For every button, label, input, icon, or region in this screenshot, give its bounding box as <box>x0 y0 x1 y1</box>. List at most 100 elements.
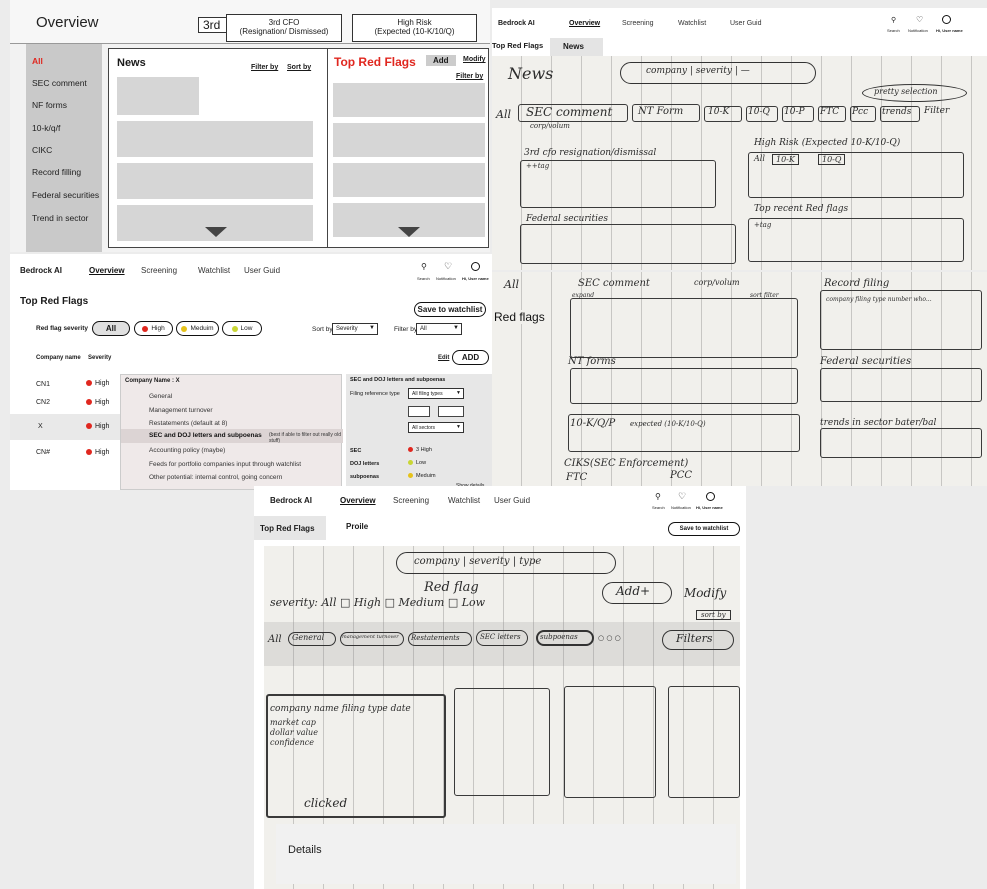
hw-record-box[interactable] <box>820 290 982 350</box>
panel-item-other[interactable]: Other potential: internal control, going… <box>149 474 282 481</box>
nav-screening[interactable]: Screening <box>393 496 429 505</box>
sidebar-item-record[interactable]: Record filling <box>26 167 101 177</box>
table-row-selected[interactable]: X High <box>10 414 122 440</box>
hw-modify[interactable]: Modify <box>684 586 726 600</box>
user-icon[interactable] <box>706 492 715 501</box>
date-to-input[interactable] <box>438 406 464 417</box>
panel-item-management[interactable]: Management turnover <box>149 407 213 414</box>
brand[interactable]: Bedrock AI <box>498 20 535 27</box>
nav-overview[interactable]: Overview <box>89 266 125 275</box>
save-watchlist-button[interactable]: Save to watchlist <box>668 522 740 536</box>
tab-cfo[interactable]: 3rd CFO (Resignation/ Dismissed) <box>226 14 342 42</box>
tab-top-red-flags[interactable]: Top Red Flags <box>254 516 326 540</box>
hw-nt-box[interactable] <box>570 368 798 404</box>
table-row[interactable]: CN1 High <box>20 374 120 394</box>
sidebar-item-10k[interactable]: 10-k/q/f <box>26 123 101 133</box>
hw-top-flags-box[interactable] <box>748 218 964 262</box>
add-button[interactable]: ADD <box>452 350 489 365</box>
user-icon[interactable] <box>942 15 951 24</box>
edit-link[interactable]: Edit <box>438 355 449 361</box>
sort-select[interactable]: Severity ▼ <box>332 323 378 335</box>
hw-cfo-box[interactable] <box>520 160 716 208</box>
hw-sortby[interactable]: sort by <box>696 610 731 620</box>
user-icon[interactable] <box>471 262 480 271</box>
sidebar-item-trend[interactable]: Trend in sector <box>26 213 101 223</box>
nav-overview[interactable]: Overview <box>569 20 600 27</box>
news-expand-icon[interactable] <box>205 227 227 237</box>
flag-card[interactable] <box>333 123 485 157</box>
severity-low-button[interactable]: Low <box>222 321 262 336</box>
bell-icon[interactable]: ♡ <box>916 15 923 24</box>
sidebar-item-nf[interactable]: NF forms <box>26 100 101 110</box>
hw-filter[interactable]: Filter <box>924 106 949 116</box>
search-icon[interactable]: ⚲ <box>655 492 661 501</box>
save-watchlist-button[interactable]: Save to watchlist <box>414 302 486 317</box>
sidebar-item-all[interactable]: All <box>26 56 101 66</box>
hw-federal-box[interactable] <box>520 224 736 264</box>
tab-profile[interactable]: Proile <box>346 522 368 531</box>
news-sort-link[interactable]: Sort by <box>287 64 311 71</box>
flag-card[interactable] <box>333 83 485 117</box>
hw-federal: Federal securities <box>820 356 912 367</box>
hw-10k-box[interactable] <box>568 414 800 452</box>
panel-item-sec-doj[interactable]: SEC and DOJ letters and subpoenas (best … <box>121 429 343 444</box>
severity-all-button[interactable]: All <box>92 321 130 336</box>
hw-risk-10q[interactable]: 10-Q <box>818 154 846 165</box>
filter-select[interactable]: All ▼ <box>416 323 462 335</box>
panel-item-feeds[interactable]: Feeds for portfolio companies input thro… <box>149 461 301 468</box>
news-card[interactable] <box>117 121 313 157</box>
panel-item-general[interactable]: General <box>149 393 172 400</box>
hw-risk-all[interactable]: All <box>754 154 765 163</box>
wire-company-profile: Bedrock AI Overview Screening Watchlist … <box>254 486 746 889</box>
panel-item-restatements[interactable]: Restatements (default at 8) <box>149 420 227 427</box>
tab-top-red-flags[interactable]: Top Red Flags <box>492 41 543 50</box>
nav-watchlist[interactable]: Watchlist <box>198 266 230 275</box>
flags-filter-link[interactable]: Filter by <box>456 73 483 80</box>
news-filter-link[interactable]: Filter by <box>251 64 278 71</box>
filing-type-select[interactable]: All filing types ▼ <box>408 388 464 399</box>
table-row[interactable]: CN2 High <box>20 394 120 414</box>
hw-card[interactable] <box>564 686 656 798</box>
flags-expand-icon[interactable] <box>398 227 420 237</box>
hw-card[interactable] <box>668 686 740 798</box>
hw-federal-box[interactable] <box>820 368 982 402</box>
tab-high-risk[interactable]: High Risk (Expected (10-K/10/Q) <box>352 14 477 42</box>
search-icon[interactable]: ⚲ <box>891 16 896 24</box>
tab-top-red-flags-label: Top Red Flags <box>260 524 315 533</box>
date-from-input[interactable] <box>408 406 430 417</box>
sidebar-item-federal[interactable]: Federal securities <box>26 190 101 200</box>
panel-item-accounting[interactable]: Accounting policy (maybe) <box>149 447 225 454</box>
bell-icon[interactable]: ♡ <box>678 491 686 502</box>
nav-watchlist[interactable]: Watchlist <box>448 496 480 505</box>
flags-modify-link[interactable]: Modify <box>463 56 486 63</box>
nav-screening[interactable]: Screening <box>622 20 654 27</box>
nav-user-guide[interactable]: User Guid <box>244 266 280 275</box>
sidebar-item-sec[interactable]: SEC comment <box>26 78 101 88</box>
bell-icon[interactable]: ♡ <box>444 261 452 272</box>
user-label[interactable]: Hi, User name <box>696 505 723 510</box>
brand[interactable]: Bedrock AI <box>20 266 62 275</box>
user-label[interactable]: Hi, User name <box>936 28 963 33</box>
nav-user-guide[interactable]: User Guid <box>494 496 530 505</box>
sidebar-item-cikc[interactable]: CIKC <box>26 145 101 155</box>
table-row[interactable]: CN# High <box>20 444 120 464</box>
flag-card[interactable] <box>333 163 485 197</box>
nav-watchlist[interactable]: Watchlist <box>678 20 706 27</box>
hw-card[interactable] <box>454 688 550 796</box>
nav-overview[interactable]: Overview <box>340 496 376 505</box>
flags-add-button[interactable]: Add <box>426 55 456 66</box>
brand[interactable]: Bedrock AI <box>270 496 312 505</box>
user-label[interactable]: Hi, User name <box>462 276 489 281</box>
news-card[interactable] <box>117 163 313 199</box>
nav-screening[interactable]: Screening <box>141 266 177 275</box>
severity-medium-button[interactable]: Meduim <box>176 321 219 336</box>
search-icon[interactable]: ⚲ <box>421 262 427 271</box>
hw-sec-box[interactable] <box>570 298 798 358</box>
hw-risk-10k[interactable]: 10-K <box>772 154 799 165</box>
sector-select[interactable]: All sectors ▼ <box>408 422 464 433</box>
hw-trends-box[interactable] <box>820 428 982 458</box>
severity-high-button[interactable]: High <box>134 321 173 336</box>
nav-user-guide[interactable]: User Guid <box>730 20 762 27</box>
news-card[interactable] <box>117 77 199 115</box>
tab-news[interactable]: News <box>550 38 603 56</box>
